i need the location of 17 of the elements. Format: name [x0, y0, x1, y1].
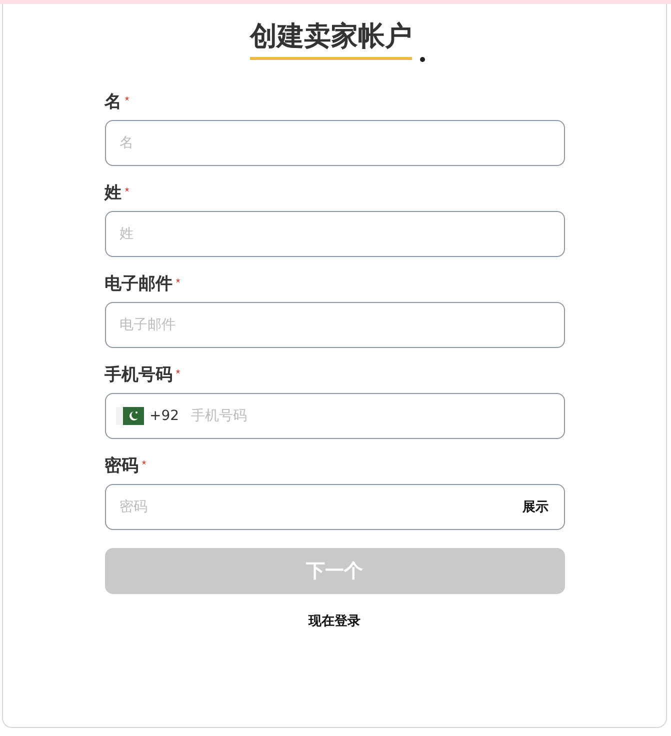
- input-field[interactable]: 姓: [104, 211, 564, 257]
- password-field[interactable]: 密码 展示: [104, 484, 564, 530]
- field-label: 电子邮件: [104, 274, 172, 294]
- page-title: 创建卖家帐户: [250, 18, 412, 60]
- dot-icon: [420, 57, 425, 62]
- input-field[interactable]: 名: [104, 120, 564, 166]
- input-field[interactable]: 手机号码: [191, 408, 550, 424]
- flag-icon: [116, 407, 144, 425]
- field-label: 名: [104, 92, 122, 112]
- phone-field[interactable]: +92 手机号码: [104, 393, 564, 439]
- field-label: 密码: [104, 456, 138, 476]
- field-label: 姓: [104, 183, 122, 203]
- input-field[interactable]: 密码: [120, 499, 522, 515]
- field-label: 手机号码: [104, 365, 172, 385]
- input-field[interactable]: 电子邮件: [104, 302, 564, 348]
- login-link[interactable]: 现在登录: [308, 612, 360, 630]
- show-toggle[interactable]: 展示: [522, 498, 548, 516]
